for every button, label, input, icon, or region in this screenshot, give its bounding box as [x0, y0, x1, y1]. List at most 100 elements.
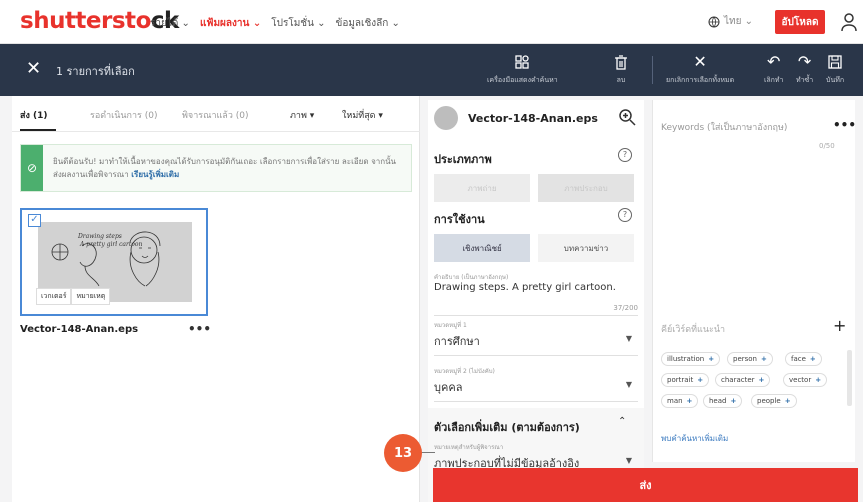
- image-type-illustration-button[interactable]: ภาพประกอบ: [538, 174, 634, 202]
- nav-links: รายได้ ⌄ แฟ้มผลงาน ⌄ โปรโมชั่น ⌄ ข้อมูลเ…: [150, 16, 400, 31]
- step-badge: 13: [384, 434, 422, 472]
- welcome-notice: ⊘ ยินดีต้อนรับ! มาทำให้เนื้อหาของคุณได้ร…: [20, 144, 412, 192]
- chevron-down-icon: ▼: [625, 456, 632, 465]
- chevron-up-icon[interactable]: ⌃: [618, 416, 626, 427]
- save-button[interactable]: บันทึก: [826, 52, 844, 86]
- selection-count: 1 รายการที่เลือก: [56, 65, 135, 78]
- close-selection-icon[interactable]: ✕: [26, 58, 41, 79]
- suggested-keyword-chip[interactable]: portrait +: [661, 373, 710, 387]
- description-counter: 37/200: [613, 304, 638, 312]
- redo-icon: ↷: [797, 52, 812, 71]
- asset-card[interactable]: Drawing steps A pretty girl cartoon ✓ เว…: [20, 208, 208, 316]
- zoom-icon[interactable]: [618, 108, 636, 126]
- check-circle-icon: ⊘: [21, 145, 43, 191]
- detail-file-name: Vector-148-Anan.eps: [468, 112, 598, 125]
- category2-value: บุคคล: [434, 381, 463, 394]
- clear-selection-button[interactable]: ✕ ยกเลิกการเลือกทั้งหมด: [666, 52, 734, 86]
- redo-button[interactable]: ↷ ทำซ้ำ: [796, 52, 813, 86]
- welcome-text: ยินดีต้อนรับ! มาทำให้เนื้อหาของคุณได้รับ…: [53, 157, 397, 179]
- nav-portfolio[interactable]: แฟ้มผลงาน ⌄: [200, 16, 261, 31]
- suggested-keyword-chip[interactable]: character +: [715, 373, 771, 387]
- category1-value: การศึกษา: [434, 335, 480, 348]
- svg-text:Drawing steps: Drawing steps: [77, 233, 122, 240]
- suggested-keyword-chip[interactable]: person +: [727, 352, 773, 366]
- save-icon: [828, 55, 842, 69]
- undo-button[interactable]: ↶ เลิกทำ: [764, 52, 783, 86]
- category2-label: หมวดหมู่ที่ 2 (ไม่บังคับ): [434, 368, 495, 375]
- trash-icon: [615, 55, 627, 70]
- help-icon[interactable]: ?: [618, 208, 632, 222]
- status-tabs: ส่ง (1) รอดำเนินการ (0) พิจารณาแล้ว (0) …: [12, 96, 420, 132]
- delete-label: ลบ: [616, 76, 626, 84]
- undo-label: เลิกทำ: [764, 76, 784, 84]
- delete-button[interactable]: ลบ: [614, 52, 628, 86]
- tab-submit[interactable]: ส่ง (1): [20, 108, 48, 122]
- detail-header: Vector-148-Anan.eps: [428, 100, 644, 136]
- asset-checkbox[interactable]: ✓: [28, 214, 41, 227]
- submit-button[interactable]: ส่ง: [433, 468, 858, 502]
- keyword-tool-button[interactable]: เครื่องมือแสดงคำค้นหา: [487, 52, 558, 86]
- selection-toolbar: ✕ 1 รายการที่เลือก เครื่องมือแสดงคำค้นหา…: [0, 44, 863, 96]
- description-field[interactable]: คำอธิบาย (เป็นภาษาอังกฤษ) Drawing steps.…: [434, 272, 638, 316]
- suggested-keyword-chip[interactable]: vector +: [783, 373, 828, 387]
- nav-earnings[interactable]: รายได้ ⌄: [150, 16, 190, 31]
- save-label: บันทึก: [826, 76, 845, 84]
- chevron-down-icon: ▼: [625, 334, 632, 343]
- suggested-keyword-chip[interactable]: face +: [785, 352, 822, 366]
- add-all-icon[interactable]: +: [833, 316, 846, 335]
- learn-more-link[interactable]: เรียนรู้เพิ่มเติม: [131, 170, 179, 179]
- category1-select[interactable]: หมวดหมู่ที่ 1 การศึกษา ▼: [434, 318, 638, 356]
- user-icon[interactable]: [840, 12, 858, 32]
- sort-dropdown[interactable]: ใหม่ที่สุด ▾: [342, 108, 383, 122]
- asset-avatar: [434, 106, 458, 130]
- nav-insights[interactable]: ข้อมูลเชิงลึก ⌄: [335, 16, 399, 31]
- close-icon: ✕: [693, 52, 707, 71]
- tab-reviewed[interactable]: พิจารณาแล้ว (0): [182, 108, 248, 122]
- suggested-keywords-title: คีย์เวิร์ดที่แนะนำ: [661, 325, 726, 335]
- description-value: Drawing steps. A pretty girl cartoon.: [434, 282, 616, 293]
- redo-label: ทำซ้ำ: [796, 76, 814, 84]
- clear-selection-label: ยกเลิกการเลือกทั้งหมด: [666, 76, 735, 84]
- language-selector[interactable]: ไทย ⌄: [708, 14, 753, 29]
- toolbar-divider: [652, 56, 653, 84]
- keywords-more-icon[interactable]: •••: [833, 118, 856, 132]
- help-icon[interactable]: ?: [618, 148, 632, 162]
- top-nav: shutterstock รายได้ ⌄ แฟ้มผลงาน ⌄ โปรโมช…: [0, 0, 863, 44]
- more-options-title: ตัวเลือกเพิ่มเติม (ตามต้องการ): [434, 421, 580, 434]
- image-type-title: ประเภทภาพ: [434, 153, 492, 166]
- svg-text:A pretty girl cartoon: A pretty girl cartoon: [79, 241, 143, 248]
- suggested-keyword-chip[interactable]: head +: [703, 394, 743, 408]
- asset-more-icon[interactable]: •••: [188, 322, 211, 336]
- app-root: shutterstock รายได้ ⌄ แฟ้มผลงาน ⌄ โปรโมช…: [0, 0, 863, 502]
- category2-select[interactable]: หมวดหมู่ที่ 2 (ไม่บังคับ) บุคคล ▼: [434, 364, 638, 402]
- upload-button[interactable]: อัปโหลด: [775, 10, 825, 34]
- usage-commercial-button[interactable]: เชิงพาณิชย์: [434, 234, 530, 262]
- keywords-count: 0/50: [819, 142, 835, 150]
- active-tab-indicator: [20, 129, 56, 131]
- suggested-keyword-chip[interactable]: man +: [661, 394, 699, 408]
- media-type-filter[interactable]: ภาพ ▾: [290, 108, 314, 122]
- chips-scrollbar[interactable]: [847, 350, 852, 406]
- language-label: ไทย ⌄: [724, 16, 754, 27]
- image-type-photo-button[interactable]: ภาพถ่าย: [434, 174, 530, 202]
- keyword-tool-icon: [515, 55, 529, 69]
- step-connector: [421, 452, 435, 453]
- suggested-keyword-chip[interactable]: people +: [751, 394, 797, 408]
- tab-pending[interactable]: รอดำเนินการ (0): [90, 108, 157, 122]
- undo-icon: ↶: [767, 52, 781, 71]
- nav-promotions[interactable]: โปรโมชั่น ⌄: [271, 16, 325, 31]
- vector-tag: เวกเตอร์: [36, 288, 72, 305]
- keyword-tool-label: เครื่องมือแสดงคำค้นหา: [487, 76, 558, 84]
- usage-title: การใช้งาน: [434, 213, 485, 226]
- category1-label: หมวดหมู่ที่ 1: [434, 322, 467, 329]
- usage-editorial-button[interactable]: บทความข่าว: [538, 234, 634, 262]
- asset-file-name: Vector-148-Anan.eps: [20, 324, 139, 335]
- asset-detail-panel: Vector-148-Anan.eps ประเภทภาพ ? ภาพถ่าย …: [428, 100, 644, 502]
- keywords-input[interactable]: Keywords (ใส่เป็นภาษาอังกฤษ): [661, 120, 787, 134]
- chevron-down-icon: ▼: [625, 380, 632, 389]
- content-list-panel: ส่ง (1) รอดำเนินการ (0) พิจารณาแล้ว (0) …: [12, 96, 420, 502]
- suggested-keyword-chip[interactable]: illustration +: [661, 352, 721, 366]
- description-label: คำอธิบาย (เป็นภาษาอังกฤษ): [434, 274, 509, 281]
- find-more-keywords-link[interactable]: พบคำค้นหาเพิ่มเติม: [661, 432, 728, 445]
- asset-tags: เวกเตอร์ หมายเหตุ: [36, 288, 111, 305]
